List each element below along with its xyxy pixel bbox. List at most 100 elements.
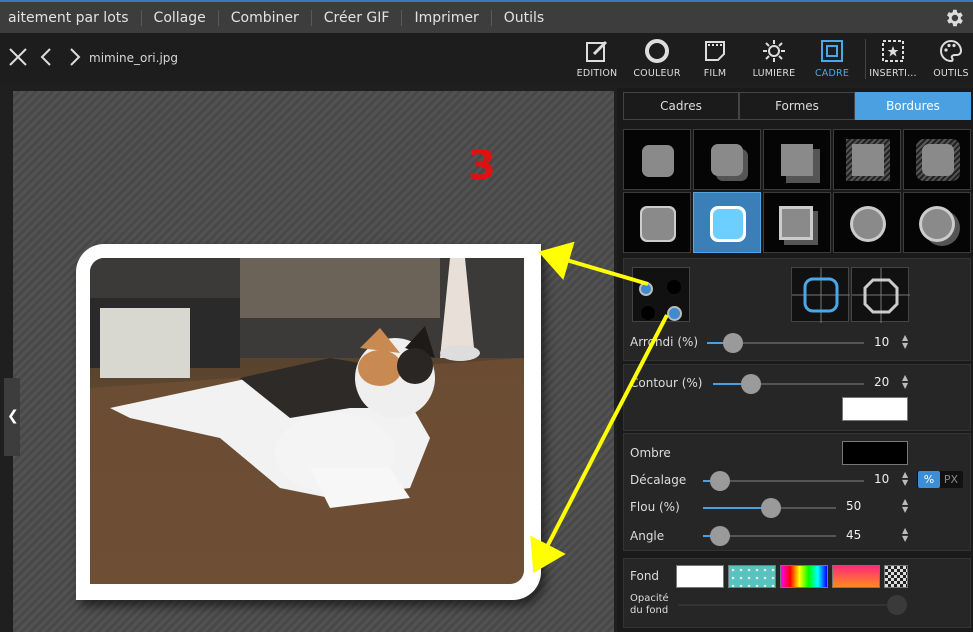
opacite-slider[interactable] <box>678 595 907 615</box>
border-style-option[interactable] <box>693 129 761 190</box>
contour-value[interactable]: 20 <box>874 375 889 389</box>
film-icon <box>705 41 725 61</box>
angle-slider[interactable] <box>703 526 836 546</box>
border-style-option[interactable] <box>623 129 691 190</box>
unit-px-button[interactable]: PX <box>940 471 962 488</box>
border-style-option[interactable] <box>623 192 691 253</box>
tab-cadres[interactable]: Cadres <box>623 92 739 120</box>
shadow-color-swatch[interactable] <box>842 441 908 465</box>
rounding-section: Arrondi (%) 10 ▲ ▼ <box>623 258 971 361</box>
tool-insertion-label: INSERTI... <box>869 68 917 79</box>
insert-icon <box>882 40 904 62</box>
panel-tabs: Cadres Formes Bordures <box>623 92 971 120</box>
contour-label: Contour (%) <box>630 376 703 390</box>
tab-bordures[interactable]: Bordures <box>855 92 971 120</box>
edit-icon <box>586 40 608 62</box>
cat-photo-image <box>90 258 524 584</box>
border-style-option[interactable] <box>903 192 971 253</box>
menu-bar: aitement par lots Collage Combiner Créer… <box>0 0 973 33</box>
background-rainbow-swatch[interactable] <box>780 565 828 588</box>
collapse-left-panel-button[interactable]: ❮ <box>4 378 20 456</box>
app-window: { "menu": { "items": ["aitement par lots… <box>0 0 973 632</box>
shadow-unit-toggle: % PX <box>917 471 963 488</box>
ombre-label: Ombre <box>630 446 671 460</box>
arrondi-spinner[interactable]: ▲ ▼ <box>902 334 908 350</box>
arrondi-value[interactable]: 10 <box>874 335 889 349</box>
corner-bottom-right-radio[interactable] <box>667 306 682 321</box>
flou-label: Flou (%) <box>630 500 680 514</box>
chevron-left-icon: ❮ <box>7 408 19 424</box>
flou-value[interactable]: 50 <box>846 499 861 513</box>
border-style-option[interactable] <box>763 129 831 190</box>
contour-slider[interactable] <box>713 374 864 394</box>
opacite-label-line1: Opacité <box>630 593 669 604</box>
contour-spinner[interactable]: ▲ ▼ <box>902 374 908 390</box>
fond-label: Fond <box>630 569 660 583</box>
tool-film-label: FILM <box>703 68 727 79</box>
frame-icon <box>821 40 843 62</box>
angle-label: Angle <box>630 529 665 543</box>
border-style-option[interactable] <box>903 129 971 190</box>
decalage-value[interactable]: 10 <box>874 472 889 486</box>
opacite-label-line2: du fond <box>630 605 669 616</box>
menu-create-gif[interactable]: Créer GIF <box>312 9 403 26</box>
bevel-corner-icon <box>852 268 910 323</box>
close-icon[interactable] <box>7 46 29 68</box>
file-name: mimine_ori.jpg <box>89 51 179 65</box>
tool-outils[interactable]: OUTILS <box>922 35 973 83</box>
menu-batch[interactable]: aitement par lots <box>0 9 142 26</box>
tool-couleur-label: COULEUR <box>633 68 681 79</box>
tool-cadre[interactable]: CADRE <box>803 35 861 83</box>
opacite-label: Opacité du fond <box>630 593 669 617</box>
previous-icon[interactable] <box>36 46 58 68</box>
tool-film[interactable]: FILM <box>686 35 744 83</box>
toolbar: mimine_ori.jpg EDITION COULEUR FILM LUMI… <box>0 33 973 85</box>
tool-insertion[interactable]: INSERTI... <box>864 35 922 83</box>
menu-collage[interactable]: Collage <box>142 9 219 26</box>
corner-top-right-radio[interactable] <box>667 280 681 294</box>
background-white-swatch[interactable] <box>676 565 724 588</box>
menu-combine[interactable]: Combiner <box>219 9 312 26</box>
tool-outils-label: OUTILS <box>933 68 969 79</box>
flou-spinner[interactable]: ▲ ▼ <box>902 498 908 514</box>
angle-spinner[interactable]: ▲ ▼ <box>902 527 908 543</box>
tool-lumiere[interactable]: LUMIÈRE <box>745 35 803 83</box>
decalage-slider[interactable] <box>703 471 864 491</box>
background-pattern-swatch[interactable] <box>728 565 776 588</box>
border-style-option[interactable] <box>833 129 901 190</box>
outline-section: Contour (%) 20 ▲ ▼ <box>623 364 971 431</box>
corner-top-left-radio[interactable] <box>639 282 653 296</box>
shadow-section: Ombre Décalage 10 ▲ ▼ Flou (%) 50 ▲ ▼ Angl… <box>623 433 971 551</box>
corner-bottom-left-radio[interactable] <box>641 306 655 320</box>
background-gradient-swatch[interactable] <box>832 565 880 588</box>
tab-formes[interactable]: Formes <box>739 92 855 120</box>
palette-icon <box>940 39 963 63</box>
rounded-corner-type-button[interactable] <box>791 267 850 323</box>
decalage-spinner[interactable]: ▲ ▼ <box>902 471 908 487</box>
tool-lumiere-label: LUMIÈRE <box>752 68 796 79</box>
unit-percent-button[interactable]: % <box>918 471 940 488</box>
arrondi-slider[interactable] <box>707 333 864 353</box>
corner-selector <box>632 267 690 322</box>
step-number-label: 3 <box>468 143 496 189</box>
menu-print[interactable]: Imprimer <box>402 9 492 26</box>
bevel-corner-type-button[interactable] <box>851 267 910 323</box>
tool-couleur[interactable]: COULEUR <box>628 35 686 83</box>
next-icon[interactable] <box>63 46 85 68</box>
background-transparent-swatch[interactable] <box>884 565 908 588</box>
angle-value[interactable]: 45 <box>846 528 861 542</box>
color-icon <box>645 39 669 63</box>
border-style-option-selected[interactable] <box>693 192 761 253</box>
border-style-option[interactable] <box>763 192 831 253</box>
tool-cadre-label: CADRE <box>814 68 850 79</box>
menu-tools[interactable]: Outils <box>492 10 556 26</box>
light-icon <box>763 40 785 62</box>
border-style-option[interactable] <box>833 192 901 253</box>
border-style-grid <box>623 129 971 253</box>
flou-slider[interactable] <box>703 498 836 518</box>
contour-color-swatch[interactable] <box>842 397 908 421</box>
photo-preview <box>90 258 524 584</box>
gear-icon[interactable] <box>943 7 965 29</box>
tool-edition[interactable]: EDITION <box>568 35 626 83</box>
rounded-corner-icon <box>792 268 850 323</box>
